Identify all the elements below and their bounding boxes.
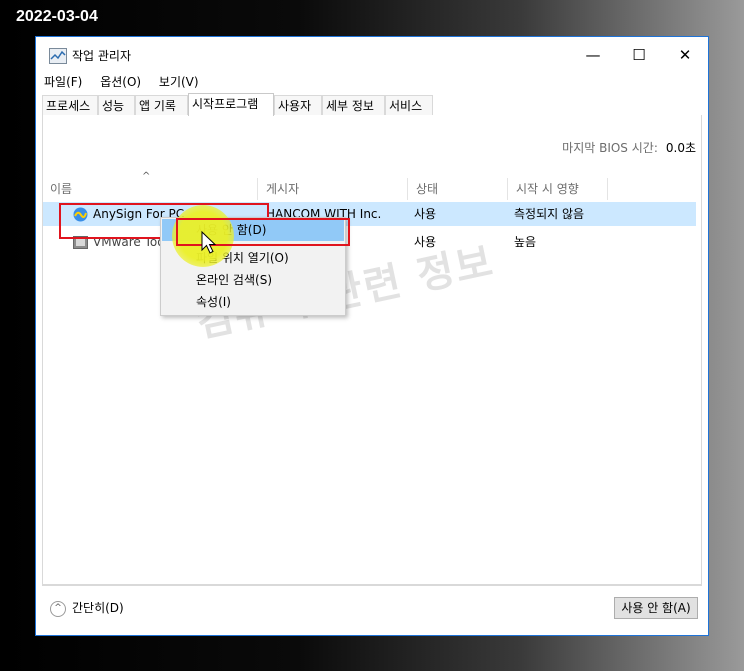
footer-divider xyxy=(42,585,702,586)
close-button[interactable]: ✕ xyxy=(662,37,708,73)
window-title: 작업 관리자 xyxy=(72,49,132,63)
task-manager-window: 작업 관리자 — ☐ ✕ 파일(F) 옵션(O) 보기(V) 프로세스 성능 앱… xyxy=(35,36,709,636)
row-impact: 높음 xyxy=(514,235,537,249)
column-header-name[interactable]: 이름 xyxy=(42,178,258,200)
context-item-search-online[interactable]: 온라인 검색(S) xyxy=(162,269,344,291)
menu-bar: 파일(F) 옵션(O) 보기(V) xyxy=(44,73,213,91)
minimize-button[interactable]: — xyxy=(570,37,616,73)
column-header-impact[interactable]: 시작 시 영향 xyxy=(508,178,608,200)
disable-button[interactable]: 사용 안 함(A) xyxy=(614,597,698,619)
column-headers: 이름 게시자 상태 시작 시 영향 xyxy=(42,178,692,200)
mouse-pointer-icon xyxy=(201,230,217,259)
column-header-status[interactable]: 상태 xyxy=(408,178,508,200)
chevron-up-icon: ^ xyxy=(50,600,66,617)
fewer-details-label: 간단히(D) xyxy=(72,601,124,615)
bios-time-value: 0.0초 xyxy=(665,141,696,155)
tab-users[interactable]: 사용자 xyxy=(274,95,322,115)
tab-performance[interactable]: 성능 xyxy=(98,95,135,115)
column-header-publisher[interactable]: 게시자 xyxy=(258,178,408,200)
tab-app-history[interactable]: 앱 기록 xyxy=(135,95,188,115)
menu-view[interactable]: 보기(V) xyxy=(159,73,199,91)
task-manager-icon xyxy=(49,48,67,64)
bios-time: 마지막 BIOS 시간: 0.0초 xyxy=(562,139,696,156)
date-stamp: 2022-03-04 xyxy=(16,8,98,25)
menu-options[interactable]: 옵션(O) xyxy=(100,73,141,91)
tab-processes[interactable]: 프로세스 xyxy=(42,95,98,115)
maximize-button[interactable]: ☐ xyxy=(616,37,662,73)
tab-startup[interactable]: 시작프로그램 xyxy=(188,93,274,116)
context-item-properties[interactable]: 속성(I) xyxy=(162,291,344,313)
row-impact: 측정되지 않음 xyxy=(514,207,585,221)
title-bar: 작업 관리자 — ☐ ✕ xyxy=(36,37,708,73)
tab-services[interactable]: 서비스 xyxy=(385,95,433,115)
bios-time-label: 마지막 BIOS 시간: xyxy=(562,141,658,155)
tab-details[interactable]: 세부 정보 xyxy=(322,95,385,115)
fewer-details-button[interactable]: ^ 간단히(D) xyxy=(50,599,124,617)
row-status: 사용 xyxy=(414,207,437,221)
menu-file[interactable]: 파일(F) xyxy=(44,73,82,91)
